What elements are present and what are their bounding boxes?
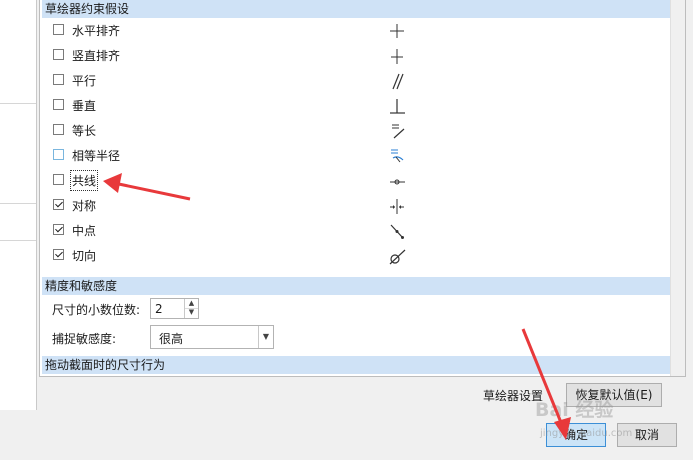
left-panel-divider <box>0 240 36 241</box>
constraint-label: 平行 <box>72 74 97 88</box>
snap-sensitivity-select[interactable]: 很高 ▼ <box>150 325 274 349</box>
symmetric-constraint-icon <box>384 195 410 217</box>
constraint-checkbox[interactable] <box>53 149 64 160</box>
snap-sensitivity-label: 捕捉敏感度: <box>52 332 117 346</box>
constraint-label: 竖直排齐 <box>72 49 121 63</box>
decimal-places-value: 2 <box>155 302 163 316</box>
decimal-places-label: 尺寸的小数位数: <box>52 303 141 317</box>
constraint-checkbox[interactable] <box>53 49 64 60</box>
constraint-label: 水平排齐 <box>72 24 121 38</box>
constraint-label: 中点 <box>72 224 97 238</box>
chevron-down-icon[interactable]: ▼ <box>258 326 273 348</box>
snap-sensitivity-value: 很高 <box>159 332 184 346</box>
left-navigation-panel <box>0 0 37 410</box>
equal-radius-constraint-icon <box>384 145 410 167</box>
section-header-drag-behavior: 拖动截面时的尺寸行为 <box>42 356 672 374</box>
constraint-row[interactable]: 竖直排齐 <box>40 45 670 69</box>
constraint-label: 垂直 <box>72 99 97 113</box>
constraint-checkbox[interactable] <box>53 124 64 135</box>
constraint-row[interactable]: 垂直 <box>40 95 670 119</box>
constraint-checkbox[interactable] <box>53 74 64 85</box>
vertical-constraint-icon <box>384 45 410 67</box>
stepper-down-icon[interactable]: ▼ <box>185 308 198 317</box>
constraint-checkbox[interactable] <box>53 24 64 35</box>
left-panel-divider <box>0 203 36 204</box>
decimal-places-stepper[interactable]: 2 ▲ ▼ <box>150 298 199 319</box>
midpoint-constraint-icon <box>384 220 410 242</box>
constraint-row[interactable]: 等长 <box>40 120 670 144</box>
watermark-logo: Bai 经验 <box>535 399 614 421</box>
constraint-label: 相等半径 <box>72 149 121 163</box>
section-header-precision: 精度和敏感度 <box>42 277 672 295</box>
constraint-row[interactable]: 中点 <box>40 220 670 244</box>
constraint-row[interactable]: 平行 <box>40 70 670 94</box>
constraint-checkbox[interactable] <box>53 224 64 235</box>
sketcher-settings-label: 草绘器设置 <box>483 389 544 403</box>
collinear-constraint-icon <box>384 170 410 192</box>
constraint-label: 切向 <box>72 249 97 263</box>
tangent-constraint-icon <box>384 245 410 267</box>
equal-length-constraint-icon <box>384 120 410 142</box>
constraint-row[interactable]: 相等半径 <box>40 145 670 169</box>
constraint-checkbox[interactable] <box>53 199 64 210</box>
constraint-checkbox[interactable] <box>53 249 64 260</box>
constraint-row[interactable]: 对称 <box>40 195 670 219</box>
watermark-url: jingyan.baidu.com <box>540 428 633 439</box>
constraint-label: 对称 <box>72 199 97 213</box>
constraint-label: 共线 <box>69 170 99 191</box>
constraint-checkbox[interactable] <box>53 99 64 110</box>
perpendicular-constraint-icon <box>384 95 410 117</box>
left-panel-divider <box>0 103 36 104</box>
constraint-row[interactable]: 切向 <box>40 245 670 269</box>
constraint-row[interactable]: 水平排齐 <box>40 20 670 44</box>
sketcher-options-panel: 草绘器约束假设 水平排齐竖直排齐平行垂直等长相等半径共线对称中点切向 精度和敏感… <box>39 0 686 377</box>
horizontal-constraint-icon <box>384 20 410 42</box>
constraint-row[interactable]: 共线 <box>40 170 670 194</box>
constraint-checkbox[interactable] <box>53 174 64 185</box>
section-header-constraints: 草绘器约束假设 <box>42 0 672 18</box>
parallel-constraint-icon <box>384 70 410 92</box>
vertical-scrollbar[interactable] <box>670 0 685 376</box>
constraint-label: 等长 <box>72 124 97 138</box>
